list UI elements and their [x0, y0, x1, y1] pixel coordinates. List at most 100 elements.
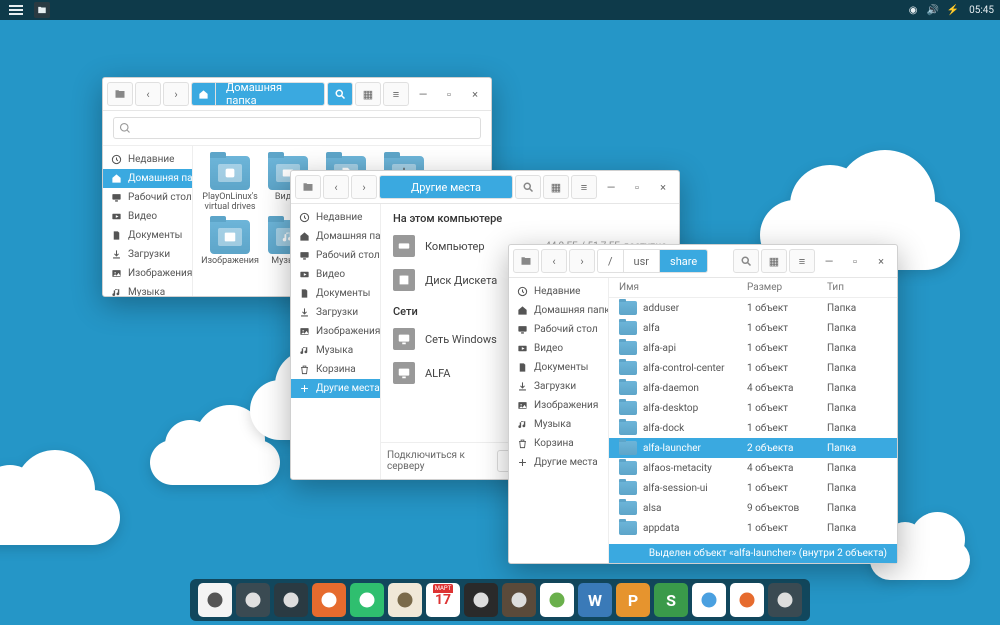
crumb-segment[interactable]: / [598, 250, 624, 272]
file-row[interactable]: alfa-session-ui1 объектПапка [609, 478, 897, 498]
clock[interactable]: 05:45 [969, 5, 994, 16]
back-button[interactable]: ‹ [323, 175, 349, 199]
col-name[interactable]: Имя [619, 282, 747, 293]
sidebar-item-home[interactable]: Домашняя папка [103, 169, 192, 188]
dock-playonlinux[interactable] [540, 583, 574, 617]
dock-settings[interactable] [236, 583, 270, 617]
file-row[interactable]: appdata1 объектПапка [609, 518, 897, 538]
path-segment[interactable]: Домашняя папка [216, 83, 324, 105]
minimize-button[interactable]: — [599, 175, 623, 199]
sidebar-item-doc[interactable]: Документы [509, 358, 608, 377]
sidebar-item-desktop[interactable]: Рабочий стол [291, 246, 380, 265]
new-folder-button[interactable] [107, 82, 133, 106]
file-row[interactable]: alfa-control-center1 объектПапка [609, 358, 897, 378]
sidebar-item-download[interactable]: Загрузки [103, 245, 192, 264]
menu-button[interactable] [9, 3, 23, 17]
sidebar-item-plus[interactable]: Другие места [291, 379, 380, 398]
sidebar-item-doc[interactable]: Документы [103, 226, 192, 245]
crumb-segment[interactable]: usr [624, 250, 660, 272]
network-icon[interactable]: ⚡ [946, 3, 960, 17]
view-list-button[interactable]: ≡ [571, 175, 597, 199]
dock-impress[interactable]: P [616, 583, 650, 617]
maximize-button[interactable]: ▫ [437, 82, 461, 106]
sidebar-item-music[interactable]: Музыка [103, 283, 192, 296]
dock-power[interactable] [768, 583, 802, 617]
crumb-segment[interactable]: share [660, 250, 707, 272]
file-row[interactable]: alfa-api1 объектПапка [609, 338, 897, 358]
sidebar-item-desktop[interactable]: Рабочий стол [103, 188, 192, 207]
sidebar-item-clock[interactable]: Недавние [103, 150, 192, 169]
back-button[interactable]: ‹ [541, 249, 567, 273]
view-grid-button[interactable]: ▦ [761, 249, 787, 273]
minimize-button[interactable]: — [411, 82, 435, 106]
sidebar-item-video[interactable]: Видео [103, 207, 192, 226]
sidebar-item-video[interactable]: Видео [509, 339, 608, 358]
search-button[interactable] [327, 82, 353, 106]
dock-calendar[interactable]: МАРТ17 [426, 583, 460, 617]
search-button[interactable] [515, 175, 541, 199]
column-headers[interactable]: Имя Размер Тип [609, 278, 897, 298]
new-folder-button[interactable] [513, 249, 539, 273]
sidebar-item-trash[interactable]: Корзина [291, 360, 380, 379]
file-row[interactable]: adduser1 объектПапка [609, 298, 897, 318]
volume-icon[interactable]: 🔊 [926, 3, 940, 17]
sidebar-item-trash[interactable]: Корзина [509, 434, 608, 453]
dock-writer[interactable]: W [578, 583, 612, 617]
sidebar-item-clock[interactable]: Недавние [291, 208, 380, 227]
view-grid-button[interactable]: ▦ [355, 82, 381, 106]
dock-presenter[interactable] [312, 583, 346, 617]
sidebar-item-home[interactable]: Домашняя папка [509, 301, 608, 320]
search-button[interactable] [733, 249, 759, 273]
dock-firefox[interactable] [730, 583, 764, 617]
path-bar[interactable]: Другие места [379, 175, 513, 199]
close-button[interactable]: × [651, 175, 675, 199]
dock-calc[interactable] [350, 583, 384, 617]
new-folder-button[interactable] [295, 175, 321, 199]
dock-chromium[interactable] [692, 583, 726, 617]
file-row[interactable]: alfa-daemon4 объектаПапка [609, 378, 897, 398]
path-home-icon[interactable] [192, 83, 216, 105]
sidebar-item-video[interactable]: Видео [291, 265, 380, 284]
col-size[interactable]: Размер [747, 282, 827, 293]
notification-icon[interactable]: ◉ [906, 3, 920, 17]
forward-button[interactable]: › [351, 175, 377, 199]
file-row[interactable]: alfa-desktop1 объектПапка [609, 398, 897, 418]
sidebar-item-download[interactable]: Загрузки [509, 377, 608, 396]
view-list-button[interactable]: ≡ [383, 82, 409, 106]
forward-button[interactable]: › [569, 249, 595, 273]
sidebar-item-download[interactable]: Загрузки [291, 303, 380, 322]
folder-item[interactable]: PlayOnLinux's virtual drives [201, 154, 259, 214]
file-row[interactable]: alfa-dock1 объектПапка [609, 418, 897, 438]
col-type[interactable]: Тип [827, 282, 887, 293]
sidebar-item-music[interactable]: Музыка [291, 341, 380, 360]
dock-files[interactable] [198, 583, 232, 617]
minimize-button[interactable]: — [817, 249, 841, 273]
close-button[interactable]: × [869, 249, 893, 273]
dock-editor[interactable] [388, 583, 422, 617]
back-button[interactable]: ‹ [135, 82, 161, 106]
close-button[interactable]: × [463, 82, 487, 106]
sidebar-item-image[interactable]: Изображения [291, 322, 380, 341]
file-row[interactable]: alsa9 объектовПапка [609, 498, 897, 518]
sidebar-item-doc[interactable]: Документы [291, 284, 380, 303]
path-segment[interactable]: Другие места [380, 176, 512, 198]
search-input[interactable] [113, 117, 481, 139]
file-row[interactable]: alfa1 объектПапка [609, 318, 897, 338]
dock-sheets[interactable]: S [654, 583, 688, 617]
sidebar-item-image[interactable]: Изображения [509, 396, 608, 415]
sidebar-item-clock[interactable]: Недавние [509, 282, 608, 301]
folder-item[interactable]: Изображения [201, 218, 259, 278]
forward-button[interactable]: › [163, 82, 189, 106]
dock-rhythmbox[interactable] [274, 583, 308, 617]
dock-inkscape[interactable] [464, 583, 498, 617]
path-bar[interactable]: Домашняя папка [191, 82, 325, 106]
maximize-button[interactable]: ▫ [843, 249, 867, 273]
file-row[interactable]: alfaos-metacity4 объектаПапка [609, 458, 897, 478]
taskbar-app-files[interactable] [34, 2, 50, 18]
sidebar-item-image[interactable]: Изображения [103, 264, 192, 283]
sidebar-item-home[interactable]: Домашняя папка [291, 227, 380, 246]
view-grid-button[interactable]: ▦ [543, 175, 569, 199]
path-bar[interactable]: /usrshare [597, 249, 708, 273]
maximize-button[interactable]: ▫ [625, 175, 649, 199]
sidebar-item-plus[interactable]: Другие места [509, 453, 608, 472]
